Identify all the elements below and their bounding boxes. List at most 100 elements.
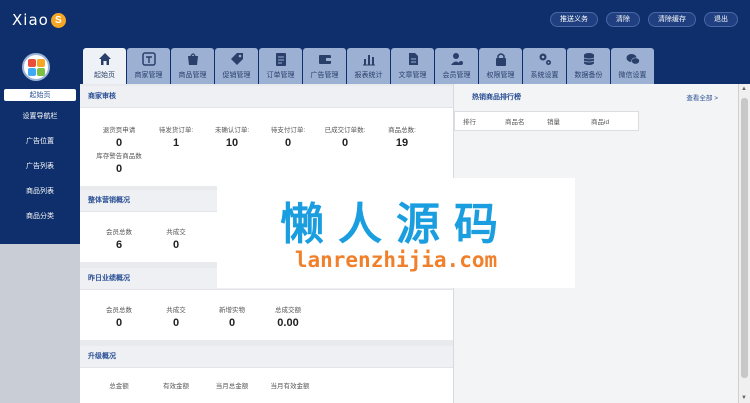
logout-button[interactable]: 退出 bbox=[704, 12, 738, 27]
push-task-button[interactable]: 推送义务 bbox=[550, 12, 598, 27]
tab-wechat-settings[interactable]: 微信设置 bbox=[611, 48, 654, 84]
column-label: 有效金额 bbox=[163, 383, 189, 390]
tab-label: 广告管理 bbox=[310, 72, 339, 79]
col-product-id: 商品id bbox=[591, 119, 610, 126]
tab-strip: 起始页 商家管理 商品管理 促销管理 订单管理 广告管理 报表统计 文章管理 会… bbox=[83, 48, 654, 84]
page-scrollbar[interactable]: ▲ ▼ bbox=[738, 84, 750, 403]
brand-logo[interactable]: Xiao S bbox=[12, 11, 66, 29]
stat-value: 0 bbox=[115, 163, 123, 175]
col-product-name: 商品名 bbox=[505, 119, 525, 126]
bar-chart-icon bbox=[362, 55, 375, 66]
stat-member-total: 会员总数 6 bbox=[90, 226, 148, 251]
stat-y-total-amount: 总成交额 0.00 bbox=[260, 304, 316, 329]
stat-value: 0 bbox=[115, 137, 123, 149]
view-all-link[interactable]: 查看全部 > bbox=[686, 92, 718, 102]
tab-members[interactable]: 会员管理 bbox=[435, 48, 478, 84]
top-bar: Xiao S 推送义务 清除 清除缓存 退出 bbox=[0, 0, 750, 40]
tab-label: 起始页 bbox=[94, 72, 115, 79]
stat-value: 10 bbox=[225, 137, 239, 149]
stat-unconfirmed-orders: 未确认订单: 10 bbox=[204, 124, 260, 149]
sidebar: 起始页 设置导航栏 广告位置 广告列表 商品列表 商品分类 bbox=[0, 84, 80, 244]
tab-label: 商家管理 bbox=[134, 72, 163, 79]
tab-label: 数据备份 bbox=[574, 72, 603, 79]
tab-orders[interactable]: 订单管理 bbox=[259, 48, 302, 84]
avatar[interactable] bbox=[22, 53, 50, 81]
stat-label: 待发货订单: bbox=[158, 127, 194, 134]
shop-icon bbox=[141, 52, 156, 66]
avatar-dot-blue bbox=[28, 68, 36, 76]
tab-label: 报表统计 bbox=[354, 72, 383, 79]
tab-merchants[interactable]: 商家管理 bbox=[127, 48, 170, 84]
stat-value: 0.00 bbox=[277, 317, 299, 329]
sidebar-item-ad-positions[interactable]: 广告位置 bbox=[0, 128, 80, 153]
stat-label: 会员总数 bbox=[106, 229, 132, 236]
stat-label: 库存警告商品数 bbox=[96, 153, 142, 160]
tab-label: 文章管理 bbox=[398, 72, 427, 79]
stat-low-stock: 库存警告商品数 0 bbox=[88, 150, 150, 175]
tag-icon bbox=[230, 53, 243, 65]
stat-label: 未确认订单: bbox=[214, 127, 250, 134]
stat-y-total-deals: 共成交 0 bbox=[148, 304, 204, 329]
clear-button[interactable]: 清除 bbox=[606, 12, 640, 27]
sidebar-item-product-list[interactable]: 商品列表 bbox=[0, 178, 80, 203]
tab-products[interactable]: 商品管理 bbox=[171, 48, 214, 84]
tab-data-backup[interactable]: 数据备份 bbox=[567, 48, 610, 84]
sidebar-item-ad-list[interactable]: 广告列表 bbox=[0, 153, 80, 178]
tab-reports[interactable]: 报表统计 bbox=[347, 48, 390, 84]
stat-label: 新增实物 bbox=[219, 307, 245, 314]
avatar-dot-green bbox=[37, 68, 45, 76]
ranking-title: 热销商品排行榜 bbox=[472, 94, 521, 101]
stat-label: 退货页申请 bbox=[102, 127, 136, 134]
shopping-bag-icon bbox=[187, 53, 198, 65]
avatar-dot-orange bbox=[37, 59, 45, 67]
sidebar-filler bbox=[0, 244, 80, 403]
stat-value: 0 bbox=[228, 317, 236, 329]
stat-value: 0 bbox=[341, 137, 349, 149]
upgrade-col-total: 总金额 bbox=[90, 380, 148, 390]
main-nav: 起始页 商家管理 商品管理 促销管理 订单管理 广告管理 报表统计 文章管理 会… bbox=[80, 40, 750, 84]
stat-completed-orders: 已成交订单数: 0 bbox=[316, 124, 374, 149]
shop-panel: 商家审核 退货页申请 0 待发货订单: 1 未确认订单: 10 待支付订单: 0… bbox=[80, 86, 453, 186]
stat-value: 0 bbox=[115, 317, 123, 329]
brand-name: Xiao bbox=[12, 11, 49, 29]
scroll-thumb[interactable] bbox=[741, 98, 748, 378]
wechat-icon bbox=[626, 54, 640, 65]
wallet-icon bbox=[318, 55, 331, 64]
tab-ads[interactable]: 广告管理 bbox=[303, 48, 346, 84]
watermark: 懒人源码 lanrenzhijia.com bbox=[217, 178, 575, 288]
sidebar-item-product-categories[interactable]: 商品分类 bbox=[0, 203, 80, 228]
sidebar-item-start[interactable]: 起始页 bbox=[4, 89, 76, 101]
stat-label: 共成交 bbox=[166, 307, 186, 314]
upgrade-col-month-total: 当月总金额 bbox=[204, 380, 260, 390]
avatar-dot-red bbox=[28, 59, 36, 67]
stat-value: 1 bbox=[172, 137, 180, 149]
stat-label: 商品总数: bbox=[388, 127, 416, 134]
stat-total-products: 商品总数: 19 bbox=[374, 124, 430, 149]
top-actions: 推送义务 清除 清除缓存 退出 bbox=[550, 12, 738, 27]
tab-system-settings[interactable]: 系统设置 bbox=[523, 48, 566, 84]
tab-label: 商品管理 bbox=[178, 72, 207, 79]
stat-y-new-items: 新增实物 0 bbox=[204, 304, 260, 329]
tab-permissions[interactable]: 权限管理 bbox=[479, 48, 522, 84]
scroll-up-icon[interactable]: ▲ bbox=[741, 86, 747, 92]
tab-promotions[interactable]: 促销管理 bbox=[215, 48, 258, 84]
scroll-down-icon[interactable]: ▼ bbox=[741, 395, 747, 401]
col-rank: 排行 bbox=[463, 119, 476, 126]
sidebar-item-nav-settings[interactable]: 设置导航栏 bbox=[0, 103, 80, 128]
brand-badge-icon: S bbox=[50, 12, 66, 28]
tab-start[interactable]: 起始页 bbox=[83, 48, 126, 84]
clear-cache-button[interactable]: 清除缓存 bbox=[648, 12, 696, 27]
tab-label: 权限管理 bbox=[486, 72, 515, 79]
database-icon bbox=[583, 53, 594, 65]
stat-label: 待支付订单: bbox=[270, 127, 306, 134]
stat-value: 0 bbox=[284, 137, 292, 149]
upgrade-col-valid: 有效金额 bbox=[148, 380, 204, 390]
stat-label: 共成交 bbox=[166, 229, 186, 236]
tab-label: 订单管理 bbox=[266, 72, 295, 79]
stat-refund-requests: 退货页申请 0 bbox=[90, 124, 148, 149]
tab-label: 促销管理 bbox=[222, 72, 251, 79]
tab-label: 微信设置 bbox=[618, 72, 647, 79]
tab-articles[interactable]: 文章管理 bbox=[391, 48, 434, 84]
home-icon bbox=[98, 53, 111, 65]
avatar-area bbox=[0, 40, 80, 84]
